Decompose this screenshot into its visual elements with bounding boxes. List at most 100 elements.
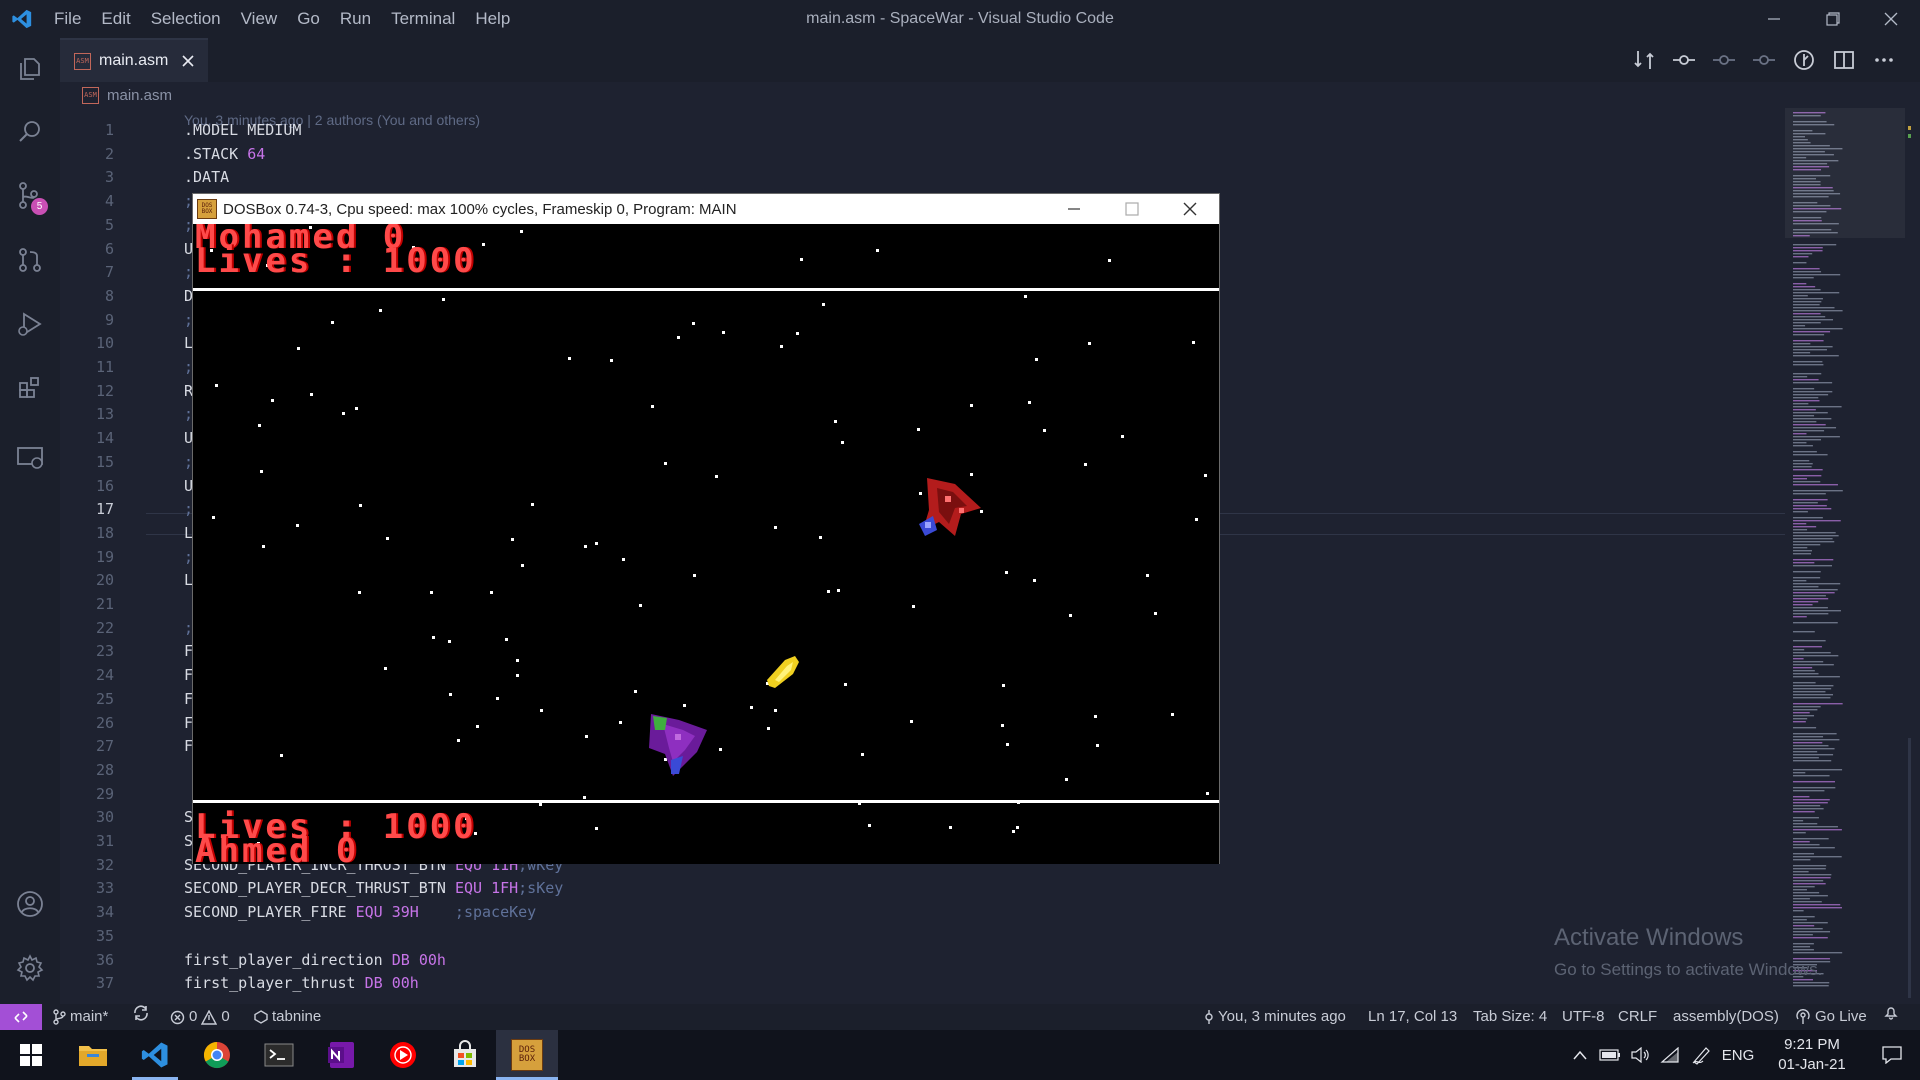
source-control-icon[interactable]: 5 [0,166,60,226]
accounts-icon[interactable] [0,874,60,934]
problems-indicator[interactable]: 0 0 [170,1004,230,1030]
explorer-icon[interactable] [0,38,60,98]
input-language[interactable]: ENG [1718,1030,1758,1080]
star [540,709,543,712]
remote-explorer-icon[interactable] [0,428,60,488]
code-line[interactable]: SECOND_PLAYER_FIRE EQU 39H ;spaceKey [184,903,536,921]
notifications-bell-icon[interactable] [1883,1004,1899,1020]
dosbox-taskbar-logo: DOS BOX [511,1039,543,1071]
split-editor-icon[interactable] [1830,46,1858,74]
line-number: 18 [95,523,114,542]
cursor-position[interactable]: Ln 17, Col 13 [1368,1004,1457,1030]
end-of-line[interactable]: CRLF [1618,1004,1657,1030]
run-debug-icon[interactable] [0,294,60,354]
youtube-music-icon[interactable] [372,1030,434,1080]
compare-changes-icon[interactable] [1630,46,1658,74]
code-line[interactable]: SECOND_PLAYER_DECR_THRUST_BTN EQU 1FH;sK… [184,879,563,897]
timeline-icon[interactable] [1790,46,1818,74]
encoding[interactable]: UTF-8 [1562,1004,1605,1030]
code-line[interactable]: first_player_direction DB 00h [184,951,446,969]
star [476,725,479,728]
close-window-button[interactable] [1862,0,1920,38]
go-live-label: Go Live [1815,1008,1867,1025]
star [448,640,451,643]
action-center-icon[interactable] [1864,1030,1920,1080]
star [342,412,345,415]
breadcrumb-file[interactable]: main.asm [107,87,172,104]
tabnine-indicator[interactable]: tabnine [254,1004,321,1030]
show-hidden-icons-chevron-up-icon[interactable] [1568,1030,1592,1080]
close-tab-icon[interactable] [182,55,194,67]
star [1146,574,1149,577]
line-number: 21 [95,595,114,613]
star [796,332,799,335]
star [531,503,534,506]
broadcast-icon [1795,1009,1811,1025]
extensions-icon[interactable] [0,358,60,418]
branch-indicator[interactable]: main* [52,1004,108,1030]
wifi-icon[interactable] [1656,1030,1684,1080]
dosbox-maximize-button[interactable] [1103,194,1161,224]
star [482,243,485,246]
remote-indicator[interactable] [0,1004,42,1030]
clock-date: 01-Jan-21 [1778,1056,1846,1073]
minimize-button[interactable] [1745,0,1803,38]
dosbox-window[interactable]: DOS BOX DOSBox 0.74-3, Cpu speed: max 10… [192,193,1220,864]
previous-change-icon[interactable] [1710,46,1738,74]
code-line[interactable]: .DATA [184,168,229,186]
git-blame-indicator[interactable]: You, 3 minutes ago [1204,1004,1346,1030]
dosbox-minimize-button[interactable] [1045,194,1103,224]
chrome-icon[interactable] [186,1030,248,1080]
pen-workspace-icon[interactable] [1686,1030,1716,1080]
breadcrumb: ASM main.asm [60,82,1920,108]
pull-requests-icon[interactable] [0,230,60,290]
sync-icon[interactable] [132,1004,150,1022]
menu-view[interactable]: View [231,0,288,38]
menu-run[interactable]: Run [330,0,381,38]
line-number: 31 [95,832,114,850]
language-mode[interactable]: assembly(DOS) [1673,1004,1779,1030]
store-icon[interactable] [434,1030,496,1080]
dosbox-title-bar[interactable]: DOS BOX DOSBox 0.74-3, Cpu speed: max 10… [193,194,1219,224]
vertical-scrollbar[interactable] [1905,108,1920,1004]
tab-main-asm[interactable]: ASM main.asm [60,38,208,82]
menu-edit[interactable]: Edit [91,0,140,38]
minimap[interactable] [1785,108,1905,1004]
terminal-icon[interactable] [248,1030,310,1080]
star [692,322,695,325]
go-live-button[interactable]: Go Live [1795,1004,1867,1030]
star [430,591,433,594]
clock[interactable]: 9:21 PM 01-Jan-21 [1768,1030,1856,1080]
star [521,564,524,567]
file-explorer-icon[interactable] [62,1030,124,1080]
vscode-icon[interactable] [124,1030,186,1080]
onenote-icon[interactable] [310,1030,372,1080]
tab-size[interactable]: Tab Size: 4 [1473,1004,1547,1030]
menu-terminal[interactable]: Terminal [381,0,465,38]
star [1096,744,1099,747]
dosbox-close-button[interactable] [1161,194,1219,224]
star [677,336,680,339]
menu-file[interactable]: File [44,0,91,38]
search-icon[interactable] [0,102,60,162]
scroll-thumb[interactable] [1908,738,1911,998]
dosbox-icon[interactable]: DOS BOX [496,1030,558,1080]
star [610,359,613,362]
git-commit-icon[interactable] [1670,46,1698,74]
settings-gear-icon[interactable] [0,938,60,998]
restore-button[interactable] [1804,0,1862,38]
menu-go[interactable]: Go [287,0,330,38]
start-button[interactable] [0,1030,62,1080]
tab-label: main.asm [99,52,169,69]
more-actions-icon[interactable] [1870,46,1898,74]
next-change-icon[interactable] [1750,46,1778,74]
code-line[interactable]: first_player_thrust DB 00h [184,974,419,992]
menu-help[interactable]: Help [465,0,520,38]
volume-icon[interactable] [1626,1030,1654,1080]
code-line[interactable]: .MODEL MEDIUM [184,121,301,139]
code-line[interactable]: .STACK 64 [184,145,265,163]
menu-selection[interactable]: Selection [141,0,231,38]
game-screen[interactable]: Mohamed 0 Lives : 1000 Lives : 1000 Ahme… [193,224,1219,864]
battery-icon[interactable] [1596,1030,1624,1080]
line-number: 28 [95,760,114,779]
